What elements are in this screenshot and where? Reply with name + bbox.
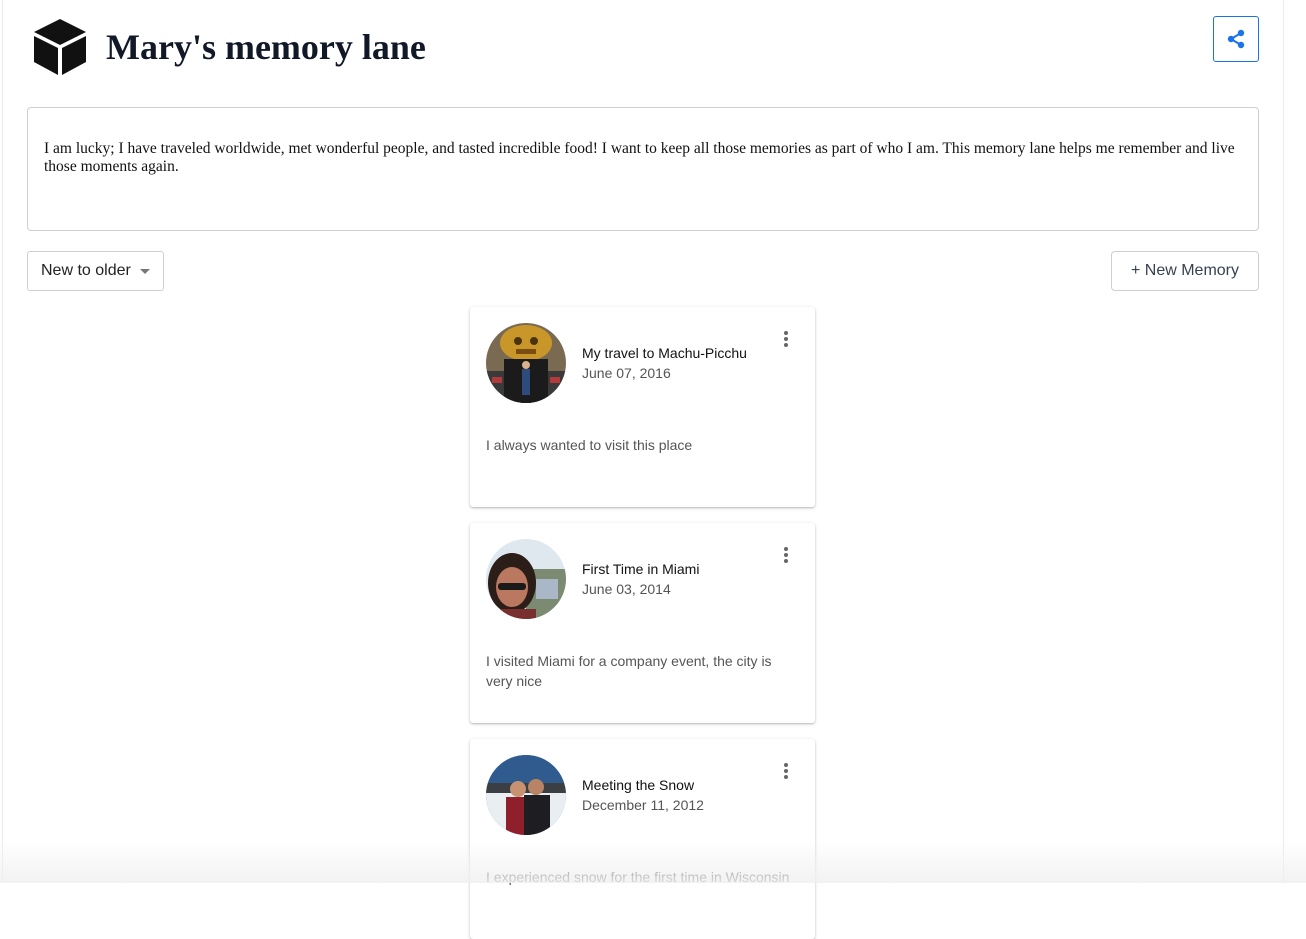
memory-photo	[486, 755, 566, 835]
cube-icon	[31, 17, 89, 77]
scroll-fade	[0, 840, 1306, 883]
share-icon	[1227, 29, 1245, 49]
memory-date: June 07, 2016	[582, 365, 671, 381]
share-button[interactable]	[1213, 16, 1259, 62]
description-box[interactable]: I am lucky; I have traveled worldwide, m…	[27, 107, 1259, 231]
page-title: Mary's memory lane	[106, 27, 426, 67]
memory-card[interactable]: Meeting the Snow December 11, 2012 I exp…	[470, 739, 815, 939]
memory-date: June 03, 2014	[582, 581, 671, 597]
memory-title: My travel to Machu-Picchu	[582, 345, 747, 361]
new-memory-button[interactable]: + New Memory	[1111, 251, 1259, 291]
memory-title: First Time in Miami	[582, 561, 700, 577]
more-options-icon[interactable]	[776, 761, 796, 781]
memory-description: I always wanted to visit this place	[486, 437, 693, 453]
more-options-icon[interactable]	[776, 545, 796, 565]
memory-title: Meeting the Snow	[582, 777, 695, 793]
memory-photo	[486, 539, 566, 619]
more-options-icon[interactable]	[776, 329, 796, 349]
sort-select[interactable]: New to older	[27, 251, 164, 291]
memory-date: December 11, 2012	[582, 797, 704, 813]
sort-selected-value: New to older	[41, 262, 131, 279]
memory-description: I visited Miami for a company event, the…	[486, 653, 772, 689]
memory-card[interactable]: My travel to Machu-Picchu June 07, 2016 …	[470, 307, 815, 507]
memory-photo	[486, 323, 566, 403]
chevron-down-icon	[139, 268, 150, 274]
memory-card[interactable]: First Time in Miami June 03, 2014 I visi…	[470, 523, 815, 723]
